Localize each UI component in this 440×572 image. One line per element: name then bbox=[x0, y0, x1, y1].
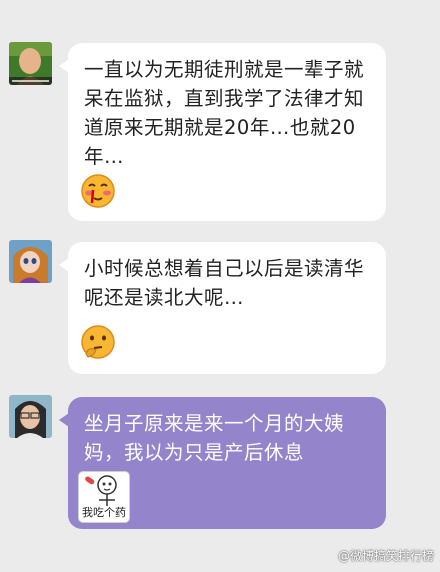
thinking-emoji-icon bbox=[80, 324, 116, 364]
bubble-tail bbox=[59, 413, 69, 427]
sticker-pill-image[interactable]: 我吃个药 bbox=[78, 471, 130, 523]
message-bubble-2[interactable]: 小时候总想着自己以后是读清华呢还是读北大呢… bbox=[59, 242, 386, 374]
message-text-1: 一直以为无期徒刑就是一辈子就呆在监狱，直到我学了法律才知道原来无期就是20年…也… bbox=[84, 58, 365, 168]
blushing-bleeding-emoji-icon bbox=[80, 173, 116, 213]
sticker-caption: 我吃个药 bbox=[82, 506, 126, 519]
woman-avatar-icon[interactable] bbox=[9, 395, 52, 438]
bubble-tail bbox=[59, 258, 69, 272]
message-bubble-3[interactable]: 坐月子原来是来一个月的大姨妈，我以为只是产后休息 我吃个药 bbox=[59, 397, 386, 529]
stick-figure-pill-icon bbox=[85, 475, 117, 506]
cartoon-girl-avatar-icon[interactable] bbox=[9, 240, 52, 283]
message-bubble-1[interactable]: 一直以为无期徒刑就是一辈子就呆在监狱，直到我学了法律才知道原来无期就是20年…也… bbox=[59, 43, 386, 221]
bubble-tail bbox=[59, 59, 69, 73]
message-text-3: 坐月子原来是来一个月的大姨妈，我以为只是产后休息 bbox=[84, 412, 345, 464]
weibo-watermark: @微博搞笑排行榜 bbox=[337, 549, 434, 563]
monk-avatar-icon[interactable] bbox=[9, 42, 52, 85]
message-text-2: 小时候总想着自己以后是读清华呢还是读北大呢… bbox=[84, 257, 365, 309]
